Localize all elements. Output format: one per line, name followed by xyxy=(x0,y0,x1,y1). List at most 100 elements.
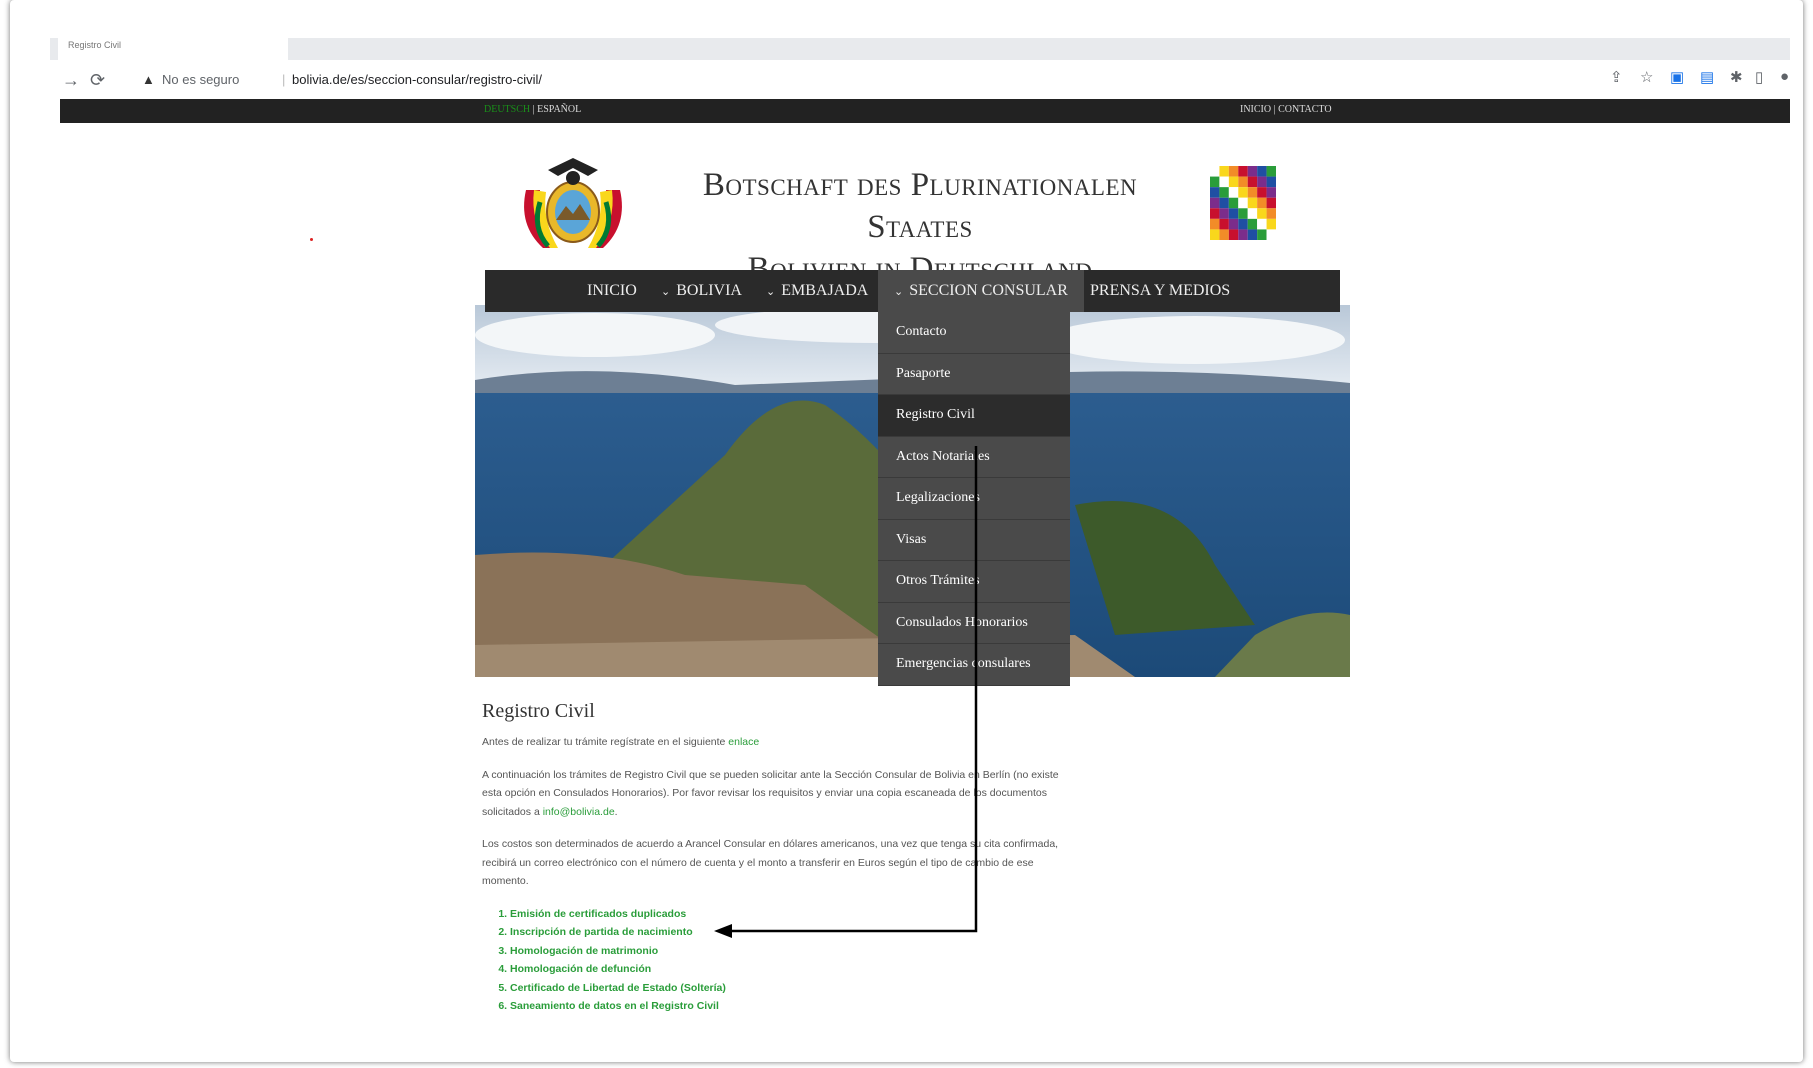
wiphala-square xyxy=(1247,187,1258,198)
wiphala-square xyxy=(1266,229,1276,240)
tramites-text-end: . xyxy=(614,805,618,818)
wiphala-square xyxy=(1266,166,1276,177)
menu-bolivia[interactable]: ⌄ BOLIVIA xyxy=(661,270,742,312)
dropdown-item-consulados-honorarios[interactable]: Consulados Honorarios xyxy=(878,603,1070,644)
wiphala-square xyxy=(1228,176,1239,188)
email-link[interactable]: info@bolivia.de xyxy=(543,806,615,818)
main-content: Registro Civil Antes de realizar tu trám… xyxy=(482,700,1067,1016)
forward-icon[interactable]: → xyxy=(62,70,80,91)
wiphala-square xyxy=(1228,187,1239,198)
wiphala-square xyxy=(1219,187,1229,198)
menu-seccion-consular[interactable]: ⌄ SECCION CONSULAR xyxy=(878,270,1084,312)
wiphala-square xyxy=(1247,166,1258,177)
dropdown-item-pasaporte[interactable]: Pasaporte xyxy=(878,354,1070,395)
wiphala-square xyxy=(1228,208,1239,219)
wiphala-square xyxy=(1210,229,1220,240)
wiphala-square xyxy=(1238,218,1248,230)
extension-icon[interactable]: ▤ xyxy=(1700,68,1714,86)
wiphala-square xyxy=(1219,208,1229,219)
translate-icon[interactable]: ▣ xyxy=(1670,68,1684,86)
list-item[interactable]: Certificado de Libertad de Estado (Solte… xyxy=(510,979,1067,998)
dropdown-item-emergencias-consulares[interactable]: Emergencias consulares xyxy=(878,644,1070,686)
wiphala-square xyxy=(1228,218,1239,230)
wiphala-square xyxy=(1247,176,1258,188)
wiphala-square xyxy=(1266,187,1276,198)
wiphala-square xyxy=(1257,197,1267,209)
menu-prensa-y-medios[interactable]: PRENSA Y MEDIOS xyxy=(1090,270,1230,312)
puzzle-icon[interactable]: ✱ xyxy=(1730,68,1743,86)
wiphala-square xyxy=(1247,197,1258,209)
list-item[interactable]: Inscripción de partida de nacimiento xyxy=(510,923,1067,942)
main-navigation: INICIO ⌄ BOLIVIA ⌄ EMBAJADA ⌄ SECCION CONSU… xyxy=(485,270,1340,312)
menu-embajada[interactable]: ⌄ EMBAJADA xyxy=(766,270,868,312)
intro-paragraph: Antes de realizar tu trámite regístrate … xyxy=(482,733,1067,752)
site-title-line1: Botschaft des Plurinationalen Staates xyxy=(702,167,1138,245)
lang-espanol-link[interactable]: ESPAÑOL xyxy=(537,104,581,115)
top-links[interactable]: INICIO | CONTACTO xyxy=(1240,104,1332,115)
page-title: Registro Civil xyxy=(482,700,595,722)
wiphala-square xyxy=(1219,176,1229,188)
warning-icon[interactable]: ▲ xyxy=(142,67,155,93)
dropdown-item-visas[interactable]: Visas xyxy=(878,520,1070,561)
chevron-down-icon: ⌄ xyxy=(894,286,904,298)
profile-icon[interactable]: ● xyxy=(1780,68,1789,85)
browser-tab[interactable]: Registro Civil xyxy=(58,38,288,60)
tramites-paragraph: A continuación los trámites de Registro … xyxy=(482,766,1067,822)
chevron-down-icon: ⌄ xyxy=(661,286,671,298)
wiphala-square xyxy=(1238,229,1248,240)
wiphala-square xyxy=(1247,208,1258,219)
wiphala-square xyxy=(1210,187,1220,198)
coat-of-arms-logo xyxy=(524,158,622,248)
browser-toolbar: → ⟳ ▲ No es seguro | bolivia.de/es/secci… xyxy=(50,62,1790,98)
chevron-down-icon: ⌄ xyxy=(766,286,776,298)
wiphala-square xyxy=(1219,229,1229,240)
wiphala-square xyxy=(1228,166,1239,177)
list-item[interactable]: Saneamiento de datos en el Registro Civi… xyxy=(510,997,1067,1016)
menu-prensa-label: PRENSA Y MEDIOS xyxy=(1090,282,1231,299)
dropdown-item-otros-tramites[interactable]: Otros Trámites xyxy=(878,561,1070,603)
wiphala-square xyxy=(1266,208,1276,219)
star-icon[interactable]: ☆ xyxy=(1640,68,1653,86)
wiphala-square xyxy=(1238,176,1248,188)
menu-embajada-label: EMBAJADA xyxy=(781,282,869,299)
menu-seccion-consular-label: SECCION CONSULAR xyxy=(909,282,1068,299)
wiphala-square xyxy=(1247,218,1258,230)
wiphala-square xyxy=(1266,197,1276,209)
wiphala-square xyxy=(1257,218,1267,230)
wiphala-square xyxy=(1210,176,1220,188)
wiphala-square xyxy=(1257,208,1267,219)
enlace-link[interactable]: enlace xyxy=(728,736,759,748)
stray-red-dot xyxy=(310,238,313,241)
wiphala-square xyxy=(1257,187,1267,198)
list-item[interactable]: Emisión de certificados duplicados xyxy=(510,905,1067,924)
seccion-consular-dropdown: Contacto Pasaporte Registro Civil Actos … xyxy=(878,312,1070,686)
address-bar[interactable]: ▲ No es seguro | bolivia.de/es/seccion-c… xyxy=(132,67,1592,93)
dropdown-item-legalizaciones[interactable]: Legalizaciones xyxy=(878,478,1070,520)
dropdown-item-registro-civil[interactable]: Registro Civil xyxy=(878,395,1070,437)
wiphala-square xyxy=(1247,229,1258,240)
tramites-list: Emisión de certificados duplicados Inscr… xyxy=(482,905,1067,1017)
wiphala-square xyxy=(1266,176,1276,188)
wiphala-square xyxy=(1238,197,1248,209)
wiphala-square xyxy=(1210,166,1220,177)
list-item[interactable]: Homologación de defunción xyxy=(510,960,1067,979)
wiphala-square xyxy=(1257,166,1267,177)
dropdown-item-contacto[interactable]: Contacto xyxy=(878,312,1070,354)
wiphala-flag xyxy=(1210,166,1276,240)
dropdown-item-actos-notariales[interactable]: Actos Notariales xyxy=(878,437,1070,478)
reload-icon[interactable]: ⟳ xyxy=(90,70,105,91)
url-text[interactable]: bolivia.de/es/seccion-consular/registro-… xyxy=(292,67,542,93)
wiphala-square xyxy=(1219,218,1229,230)
menu-inicio-label: INICIO xyxy=(587,282,637,299)
sidepanel-icon[interactable]: ▯ xyxy=(1755,68,1763,86)
security-label[interactable]: No es seguro xyxy=(162,67,239,93)
top-black-bar: DEUTSCH | ESPAÑOL INICIO | CONTACTO xyxy=(60,99,1790,123)
lang-separator: | xyxy=(532,104,535,115)
share-icon[interactable]: ⇪ xyxy=(1610,68,1623,86)
menu-inicio[interactable]: INICIO xyxy=(587,270,637,312)
wiphala-square xyxy=(1228,197,1239,209)
wiphala-square xyxy=(1238,187,1248,198)
wiphala-square xyxy=(1238,208,1248,219)
list-item[interactable]: Homologación de matrimonio xyxy=(510,942,1067,961)
lang-deutsch-link[interactable]: DEUTSCH xyxy=(484,104,530,115)
